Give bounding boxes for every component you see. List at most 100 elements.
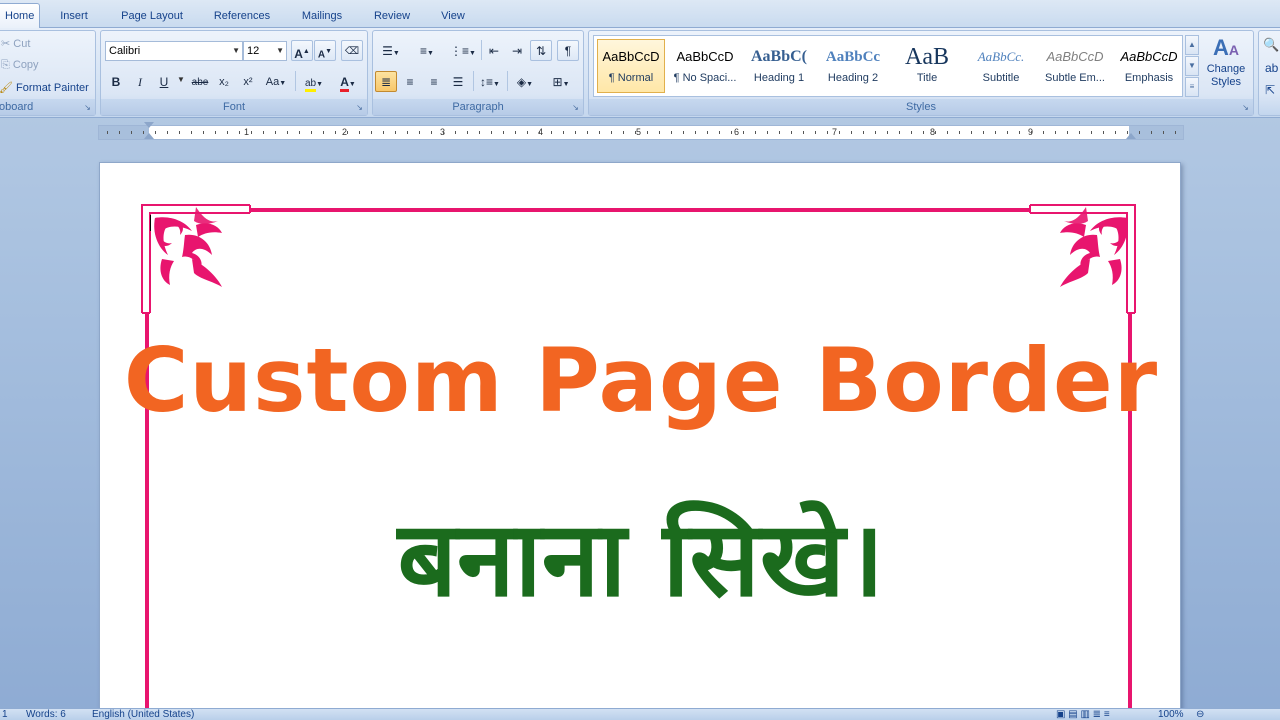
font-group-label: Font (101, 99, 367, 115)
justify-button[interactable]: ☰ (447, 71, 469, 92)
style-no-spacing[interactable]: AaBbCcD ¶ No Spaci... (671, 39, 739, 93)
font-color-icon: A (340, 75, 349, 92)
tab-review[interactable]: Review (364, 4, 420, 28)
align-right-button[interactable]: ≡ (423, 71, 445, 92)
subscript-button[interactable]: x₂ (213, 71, 235, 92)
view-buttons-icon[interactable]: ▣ ▤ ▥ ≣ ≡ (1056, 709, 1110, 720)
ruler-number: 6 (734, 127, 740, 137)
borders-button[interactable]: ⊞▼ (545, 71, 577, 92)
ruler-tick (959, 131, 960, 134)
style-name: Emphasis (1124, 72, 1174, 84)
chevron-down-icon[interactable]: ▼ (177, 75, 185, 84)
select-icon[interactable]: ⇱ (1265, 83, 1275, 97)
numbering-button[interactable]: ≡▼ (411, 40, 443, 61)
multilevel-list-button[interactable]: ⋮≡▼ (447, 40, 479, 61)
align-center-button[interactable]: ≡ (399, 71, 421, 92)
italic-button[interactable]: I (129, 71, 151, 92)
ruler-tick (239, 131, 240, 134)
paragraph-dialog-launcher-icon[interactable]: ↘ (571, 103, 580, 112)
style-subtle-emphasis[interactable]: AaBbCcD Subtle Em... (1041, 39, 1109, 93)
word-count[interactable]: Words: 6 (26, 709, 66, 720)
style-preview: AaBbCc (825, 49, 881, 65)
page-indicator[interactable]: 1 (2, 709, 8, 720)
style-heading-1[interactable]: AaBbC( Heading 1 (745, 39, 813, 93)
shading-button[interactable]: ◈▼ (509, 71, 541, 92)
highlight-color-button[interactable]: ab▼ (299, 71, 329, 92)
replace-icon[interactable]: ab (1265, 61, 1278, 75)
change-styles-button[interactable]: AA Change Styles (1203, 35, 1249, 89)
show-hide-button[interactable]: ¶ (557, 40, 579, 61)
align-left-button[interactable]: ≣ (375, 71, 397, 92)
zoom-out-icon[interactable]: ⊖ (1196, 709, 1204, 720)
shrink-font-button[interactable]: A▼ (314, 40, 336, 61)
ruler-tick (443, 131, 444, 134)
styles-dialog-launcher-icon[interactable]: ↘ (1241, 103, 1250, 112)
style-emphasis[interactable]: AaBbCcD Emphasis (1115, 39, 1183, 93)
language-indicator[interactable]: English (United States) (92, 709, 194, 720)
clear-formatting-button[interactable]: ⌫ (341, 40, 363, 61)
font-group: Calibri ▼ 12 ▼ A▲ A▼ ⌫ B I U ▼ abe x₂ x²… (100, 30, 368, 116)
style-title[interactable]: AaB Title (893, 39, 961, 93)
ruler-tick (155, 131, 156, 134)
ruler-tick (407, 131, 408, 134)
underline-button[interactable]: U (153, 71, 175, 92)
copy-button[interactable]: ⎘ Copy (1, 59, 39, 72)
hanging-indent-icon[interactable] (144, 133, 154, 139)
tab-view[interactable]: View (430, 4, 476, 28)
increase-indent-button[interactable]: ⇥ (506, 40, 528, 61)
style-subtitle[interactable]: AaBbCc. Subtitle (967, 39, 1035, 93)
superscript-button[interactable]: x² (237, 71, 259, 92)
tab-home[interactable]: Home (0, 3, 40, 29)
style-normal[interactable]: AaBbCcD ¶ Normal (597, 39, 665, 93)
ruler-tick (1163, 131, 1164, 134)
grow-font-button[interactable]: A▲ (291, 40, 313, 61)
ruler-tick (383, 131, 384, 134)
chevron-down-icon: ▼ (276, 46, 284, 55)
tab-mailings[interactable]: Mailings (290, 4, 354, 28)
right-indent-icon[interactable] (1126, 133, 1136, 139)
document-page[interactable]: Custom Page Border बनाना सिखे। (99, 162, 1181, 720)
document-heading-english[interactable]: Custom Page Border (100, 329, 1182, 432)
style-name: Subtle Em... (1045, 72, 1105, 84)
ruler-tick (503, 131, 504, 134)
format-painter-button[interactable]: 🖌 Format Painter (0, 81, 89, 94)
increase-indent-icon: ⇥ (511, 44, 523, 58)
ruler-tick (695, 131, 696, 134)
font-dialog-launcher-icon[interactable]: ↘ (355, 103, 364, 112)
scroll-down-icon[interactable]: ▼ (1185, 56, 1199, 76)
find-icon[interactable]: 🔍 (1263, 37, 1279, 53)
ruler-tick (1115, 131, 1116, 134)
grow-font-icon: A (294, 47, 303, 61)
horizontal-ruler[interactable]: 123456789 (98, 122, 1184, 140)
strikethrough-button[interactable]: abe (189, 71, 211, 92)
first-line-indent-icon[interactable] (144, 122, 154, 128)
style-heading-2[interactable]: AaBbCc Heading 2 (819, 39, 887, 93)
bullets-button[interactable]: ☰▼ (375, 40, 407, 61)
ruler-tick (851, 131, 852, 134)
sort-button[interactable]: ⇅ (530, 40, 552, 61)
style-preview: AaBbCcD (676, 49, 734, 64)
ruler-tick (671, 131, 672, 134)
cut-button[interactable]: ✂ Cut (1, 37, 30, 50)
tab-page-layout[interactable]: Page Layout (110, 4, 194, 28)
change-case-button[interactable]: Aa▼ (261, 71, 291, 92)
ruler-tick (1079, 131, 1080, 134)
font-name-field[interactable]: Calibri ▼ (105, 41, 243, 61)
zoom-level[interactable]: 100% (1158, 709, 1184, 720)
tab-references[interactable]: References (204, 4, 280, 28)
line-spacing-button[interactable]: ↕≡▼ (475, 71, 505, 92)
ruler-tick (1103, 131, 1104, 134)
decrease-indent-button[interactable]: ⇤ (483, 40, 505, 61)
pilcrow-icon: ¶ (564, 44, 572, 58)
font-size-field[interactable]: 12 ▼ (243, 41, 287, 61)
tab-insert[interactable]: Insert (50, 4, 98, 28)
bold-button[interactable]: B (105, 71, 127, 92)
align-right-icon: ≡ (430, 75, 438, 89)
clipboard-dialog-launcher-icon[interactable]: ↘ (83, 103, 92, 112)
scroll-up-icon[interactable]: ▲ (1185, 35, 1199, 55)
ruler-tick (1091, 131, 1092, 134)
ribbon-tab-bar: Home Insert Page Layout References Maili… (0, 0, 1280, 29)
more-styles-icon[interactable]: ≡ (1185, 77, 1199, 97)
font-color-button[interactable]: A▼ (333, 71, 363, 92)
document-heading-hindi[interactable]: बनाना सिखे। (100, 485, 1182, 626)
